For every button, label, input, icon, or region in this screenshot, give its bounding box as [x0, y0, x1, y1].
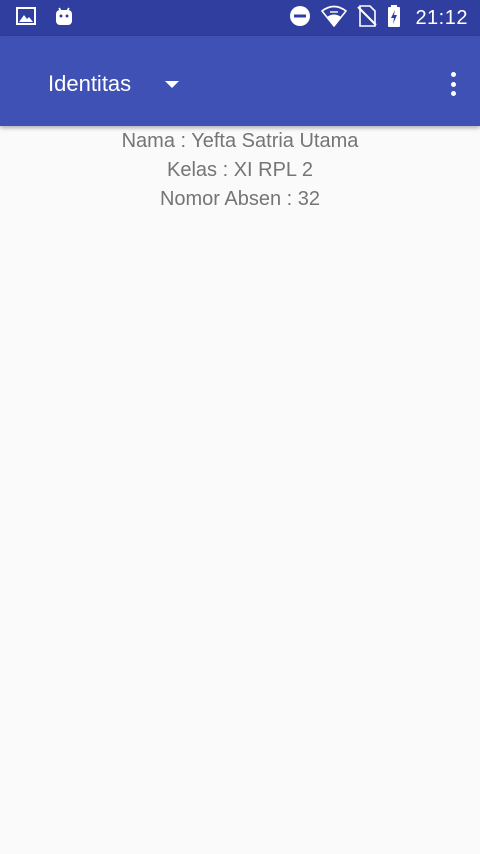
overflow-dot [450, 81, 456, 87]
app-bar: Identitas [0, 36, 480, 126]
status-right-icons: 21:12 [289, 4, 468, 32]
status-left-icons [16, 6, 74, 30]
nomor-absen-text: Nomor Absen : 32 [159, 188, 321, 210]
wifi-icon [321, 5, 348, 32]
image-icon [16, 6, 36, 30]
identity-content: Nama : Yefta Satria Utama Kelas : XI RPL… [0, 127, 480, 214]
no-sim-icon [357, 4, 378, 32]
identitas-spinner[interactable]: Identitas [48, 69, 180, 99]
nama-text: Nama : Yefta Satria Utama [121, 130, 359, 152]
status-clock: 21:12 [415, 6, 468, 29]
overflow-dot [450, 72, 456, 77]
battery-charging-icon [387, 4, 401, 32]
kelas-text: Kelas : XI RPL 2 [167, 159, 313, 181]
status-bar: 21:12 [0, 0, 480, 36]
android-icon [54, 6, 74, 31]
do-not-disturb-icon [289, 5, 311, 32]
spinner-label: Identitas [48, 71, 132, 96]
more-vert-icon[interactable] [446, 72, 460, 96]
overflow-dot [450, 91, 456, 96]
dropdown-arrow-icon [165, 80, 180, 88]
